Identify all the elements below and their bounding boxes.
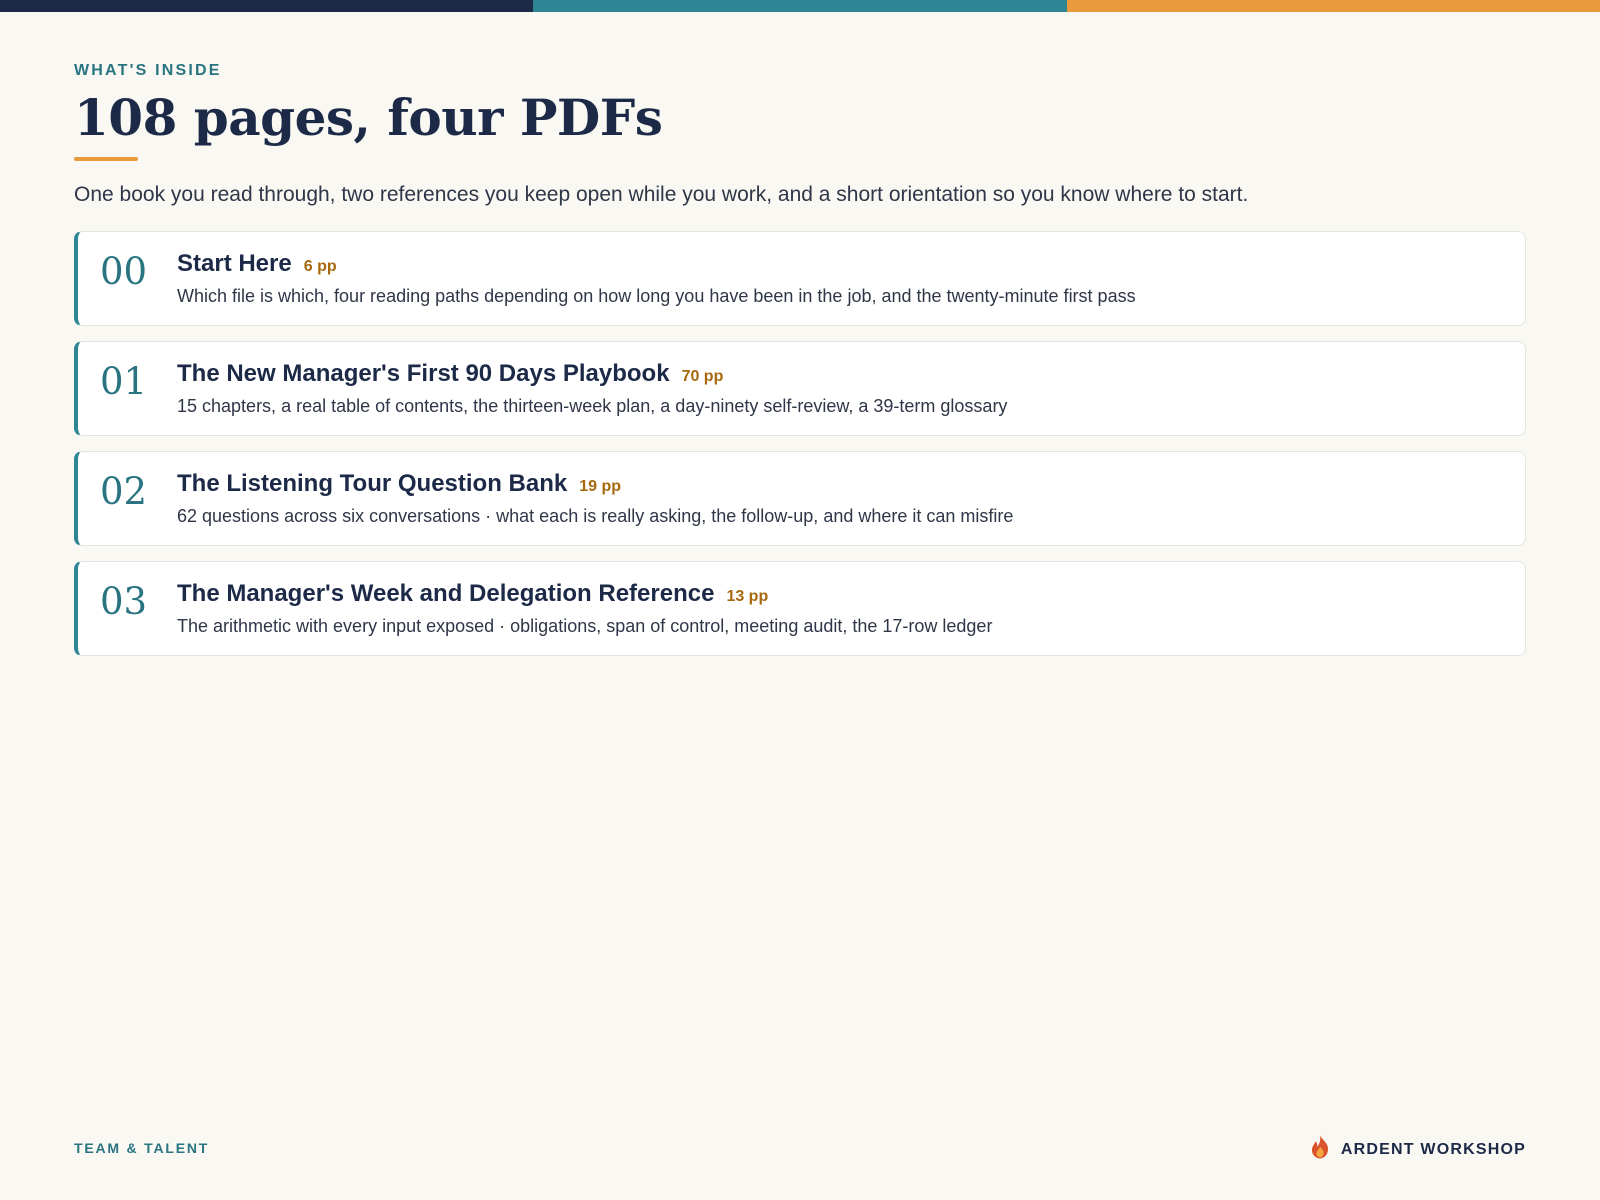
pdf-item-start-here: 00 Start Here 6 pp Which file is which, … — [74, 230, 1526, 326]
pdf-item-playbook: 01 The New Manager's First 90 Days Playb… — [74, 340, 1526, 436]
item-title: Start Here — [177, 249, 292, 277]
item-title: The Listening Tour Question Bank — [177, 469, 568, 497]
page-title: 108 pages, four PDFs — [74, 88, 663, 147]
item-heading: The Listening Tour Question Bank 19 pp — [177, 470, 1525, 498]
item-number: 01 — [100, 359, 148, 403]
section-eyebrow: WHAT'S INSIDE — [74, 62, 222, 79]
item-heading: The New Manager's First 90 Days Playbook… — [177, 360, 1525, 388]
item-body: Start Here 6 pp Which file is which, fou… — [177, 250, 1525, 307]
top-accent-bar — [0, 0, 1600, 12]
item-number: 03 — [100, 579, 148, 623]
footer-brand: ARDENT WORKSHOP — [1309, 1134, 1526, 1165]
item-description: The arithmetic with every input exposed … — [177, 615, 993, 636]
pdf-list: 00 Start Here 6 pp Which file is which, … — [74, 230, 1526, 656]
item-description: 15 chapters, a real table of contents, t… — [177, 395, 1008, 416]
brand-name: ARDENT WORKSHOP — [1340, 1140, 1526, 1158]
item-heading: Start Here 6 pp — [177, 250, 1525, 278]
item-body: The New Manager's First 90 Days Playbook… — [177, 360, 1525, 417]
pdf-item-delegation-reference: 03 The Manager's Week and Delegation Ref… — [74, 560, 1526, 656]
flame-icon — [1309, 1134, 1331, 1165]
main-content: WHAT'S INSIDE 108 pages, four PDFs One b… — [74, 62, 1526, 656]
item-body: The Listening Tour Question Bank 19 pp 6… — [177, 470, 1525, 527]
item-description: 62 questions across six conversations · … — [177, 505, 1014, 526]
item-body: The Manager's Week and Delegation Refere… — [177, 580, 1525, 637]
accent-segment-teal — [533, 0, 1067, 12]
item-heading: The Manager's Week and Delegation Refere… — [177, 580, 1525, 608]
item-description: Which file is which, four reading paths … — [177, 285, 1136, 306]
page-count-badge: 19 pp — [579, 477, 622, 495]
title-underline — [74, 156, 138, 161]
page-count-badge: 13 pp — [726, 587, 769, 605]
page-count-badge: 70 pp — [681, 367, 724, 385]
item-title: The New Manager's First 90 Days Playbook — [177, 359, 670, 387]
item-number: 02 — [100, 469, 148, 513]
intro-paragraph: One book you read through, two reference… — [74, 182, 1249, 206]
accent-segment-orange — [1066, 0, 1600, 12]
item-title: The Manager's Week and Delegation Refere… — [177, 579, 715, 607]
accent-segment-navy — [0, 0, 534, 12]
pdf-item-question-bank: 02 The Listening Tour Question Bank 19 p… — [74, 450, 1526, 546]
item-number: 00 — [100, 249, 148, 293]
footer-category-label: TEAM & TALENT — [74, 1140, 210, 1156]
page-count-badge: 6 pp — [303, 257, 337, 275]
